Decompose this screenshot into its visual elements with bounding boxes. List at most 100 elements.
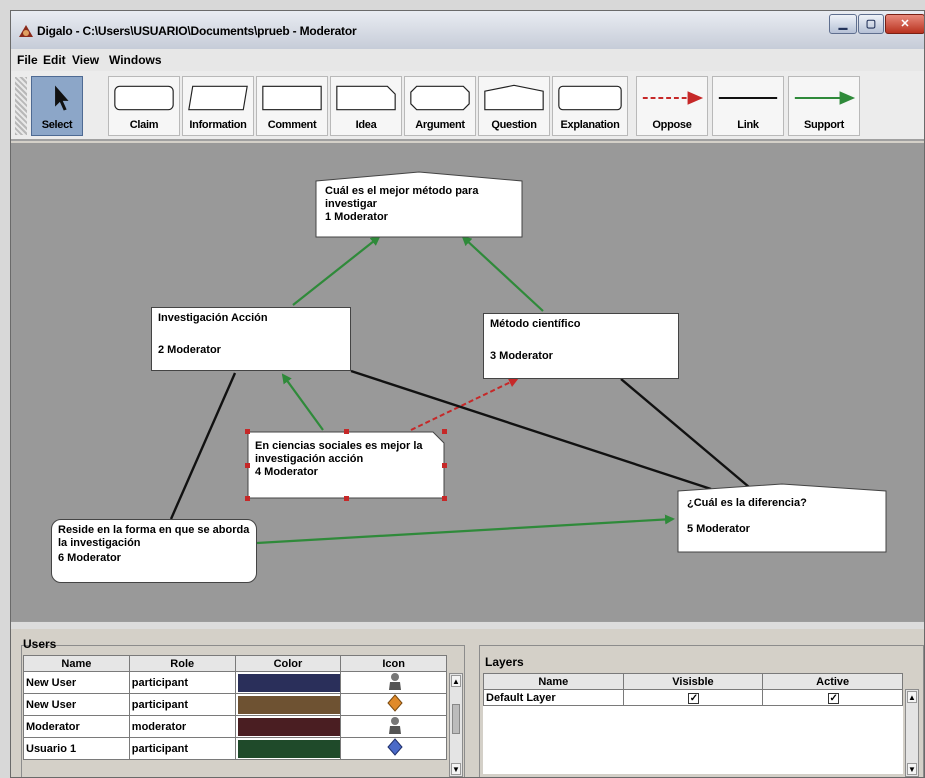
resize-handle[interactable]: [344, 429, 349, 434]
menu-file[interactable]: File: [17, 53, 38, 67]
green-arrow-icon: [794, 91, 856, 105]
table-row[interactable]: Default Layer ✓ ✓: [483, 689, 903, 706]
node-question-5[interactable]: ¿Cuál es la diferencia? 5 Moderator: [677, 483, 887, 553]
tool-claim-label: Claim: [129, 119, 159, 131]
tool-oppose[interactable]: Oppose: [636, 76, 708, 136]
table-row[interactable]: Usuario 1 participant: [23, 737, 447, 760]
maximize-button[interactable]: ▢: [858, 14, 884, 34]
users-scrollbar[interactable]: ▲ ▼: [449, 673, 463, 777]
menu-view[interactable]: View: [72, 53, 99, 67]
node-question-1[interactable]: Cuál es el mejor método para investigar …: [315, 171, 523, 238]
person-icon: [388, 673, 401, 690]
user-role: participant: [128, 693, 236, 716]
users-panel-title: Users: [23, 637, 57, 651]
menu-bar: File Edit View Windows: [11, 49, 924, 71]
tool-select[interactable]: Select: [31, 76, 83, 136]
resize-handle[interactable]: [245, 496, 250, 501]
tool-idea[interactable]: Idea: [330, 76, 402, 136]
link-n2-n6[interactable]: [169, 372, 237, 520]
tool-information[interactable]: Information: [182, 76, 254, 136]
user-name: New User: [23, 693, 130, 716]
user-color-swatch[interactable]: [237, 717, 341, 736]
menu-windows[interactable]: Windows: [109, 53, 162, 67]
scroll-down-icon[interactable]: ▼: [451, 763, 461, 775]
tool-argument[interactable]: Argument: [404, 76, 476, 136]
tool-information-label: Information: [189, 119, 247, 131]
cut-corner-shape-icon: [336, 85, 396, 111]
node-user: 1 Moderator: [325, 211, 388, 223]
resize-handle[interactable]: [442, 463, 447, 468]
users-col-color[interactable]: Color: [234, 655, 342, 672]
digalo-app-icon: [19, 25, 33, 37]
resize-handle[interactable]: [245, 429, 250, 434]
layer-visible-checkbox[interactable]: ✓: [688, 692, 700, 704]
diamond-orange-icon: [386, 694, 403, 712]
user-role: moderator: [128, 715, 236, 738]
tool-idea-label: Idea: [355, 119, 377, 131]
tool-comment[interactable]: Comment: [256, 76, 328, 136]
node-user: 2 Moderator: [158, 344, 221, 356]
tool-claim[interactable]: Claim: [108, 76, 180, 136]
users-col-name[interactable]: Name: [23, 655, 130, 672]
user-name: Usuario 1: [23, 737, 130, 760]
layer-name: Default Layer: [483, 689, 624, 706]
window-title: Digalo - C:\Users\USUARIO\Documents\prue…: [37, 24, 357, 38]
layers-col-active[interactable]: Active: [762, 673, 903, 690]
layer-active-checkbox[interactable]: ✓: [828, 692, 840, 704]
layers-panel: Layers Name Visisble Active Default Laye…: [475, 629, 924, 777]
users-col-icon[interactable]: Icon: [340, 655, 447, 672]
shape-toolbar: Select Claim Information Comment Idea Ar…: [11, 71, 924, 141]
link-n3-n1[interactable]: [461, 235, 544, 312]
close-button[interactable]: ✕: [885, 14, 924, 34]
node-claim-6[interactable]: Reside en la forma en que se aborda la i…: [51, 519, 257, 583]
user-name: New User: [23, 671, 130, 694]
node-claim-3[interactable]: Método científico 3 Moderator: [483, 313, 679, 379]
scroll-down-icon[interactable]: ▼: [907, 763, 917, 775]
resize-handle[interactable]: [344, 496, 349, 501]
arrow-cursor-icon: [55, 85, 69, 111]
link-n4-n2[interactable]: [281, 373, 324, 431]
table-row[interactable]: New User participant: [23, 693, 447, 716]
node-text: Método científico: [490, 318, 581, 330]
user-role: participant: [128, 737, 236, 760]
resize-handle[interactable]: [245, 463, 250, 468]
tool-explanation[interactable]: Explanation: [552, 76, 628, 136]
scroll-up-icon[interactable]: ▲: [907, 691, 917, 703]
toolbar-grip[interactable]: [15, 77, 27, 135]
link-n3-n5[interactable]: [620, 378, 750, 488]
layers-col-name[interactable]: Name: [483, 673, 624, 690]
tool-link-label: Link: [737, 119, 759, 131]
table-row[interactable]: New User participant: [23, 671, 447, 694]
user-color-swatch[interactable]: [237, 673, 341, 692]
table-row[interactable]: Moderator moderator: [23, 715, 447, 738]
user-color-swatch[interactable]: [237, 695, 341, 714]
node-user: 5 Moderator: [687, 523, 750, 535]
panel-splitter[interactable]: [11, 621, 924, 629]
user-color-swatch[interactable]: [237, 739, 341, 758]
minimize-button[interactable]: ▁: [829, 14, 857, 34]
scroll-thumb[interactable]: [452, 704, 460, 734]
menu-edit[interactable]: Edit: [43, 53, 66, 67]
node-text: Cuál es el mejor método para investigar: [325, 185, 479, 210]
node-idea-4[interactable]: En ciencias sociales es mejor la investi…: [247, 431, 445, 499]
scroll-up-icon[interactable]: ▲: [451, 675, 461, 687]
resize-handle[interactable]: [442, 496, 447, 501]
layers-col-visible[interactable]: Visisble: [622, 673, 764, 690]
users-col-role[interactable]: Role: [128, 655, 236, 672]
tool-link[interactable]: Link: [712, 76, 784, 136]
node-claim-2[interactable]: Investigación Acción 2 Moderator: [151, 307, 351, 371]
tool-support[interactable]: Support: [788, 76, 860, 136]
resize-handle[interactable]: [442, 429, 447, 434]
octagon-shape-icon: [410, 85, 470, 111]
link-n2-n1[interactable]: [292, 235, 381, 306]
node-text: ¿Cuál es la diferencia?: [687, 497, 807, 509]
link-n4-n3[interactable]: [410, 377, 519, 431]
minimize-icon: ▁: [838, 18, 848, 30]
tool-question[interactable]: Question: [478, 76, 550, 136]
users-panel: Users Name Role Color Icon New User part…: [17, 629, 467, 777]
user-role: participant: [128, 671, 236, 694]
layers-scrollbar[interactable]: ▲ ▼: [905, 689, 919, 777]
link-n6-n5[interactable]: [256, 514, 675, 545]
argument-map-canvas[interactable]: Cuál es el mejor método para investigar …: [11, 143, 924, 621]
title-bar: Digalo - C:\Users\USUARIO\Documents\prue…: [11, 11, 924, 49]
